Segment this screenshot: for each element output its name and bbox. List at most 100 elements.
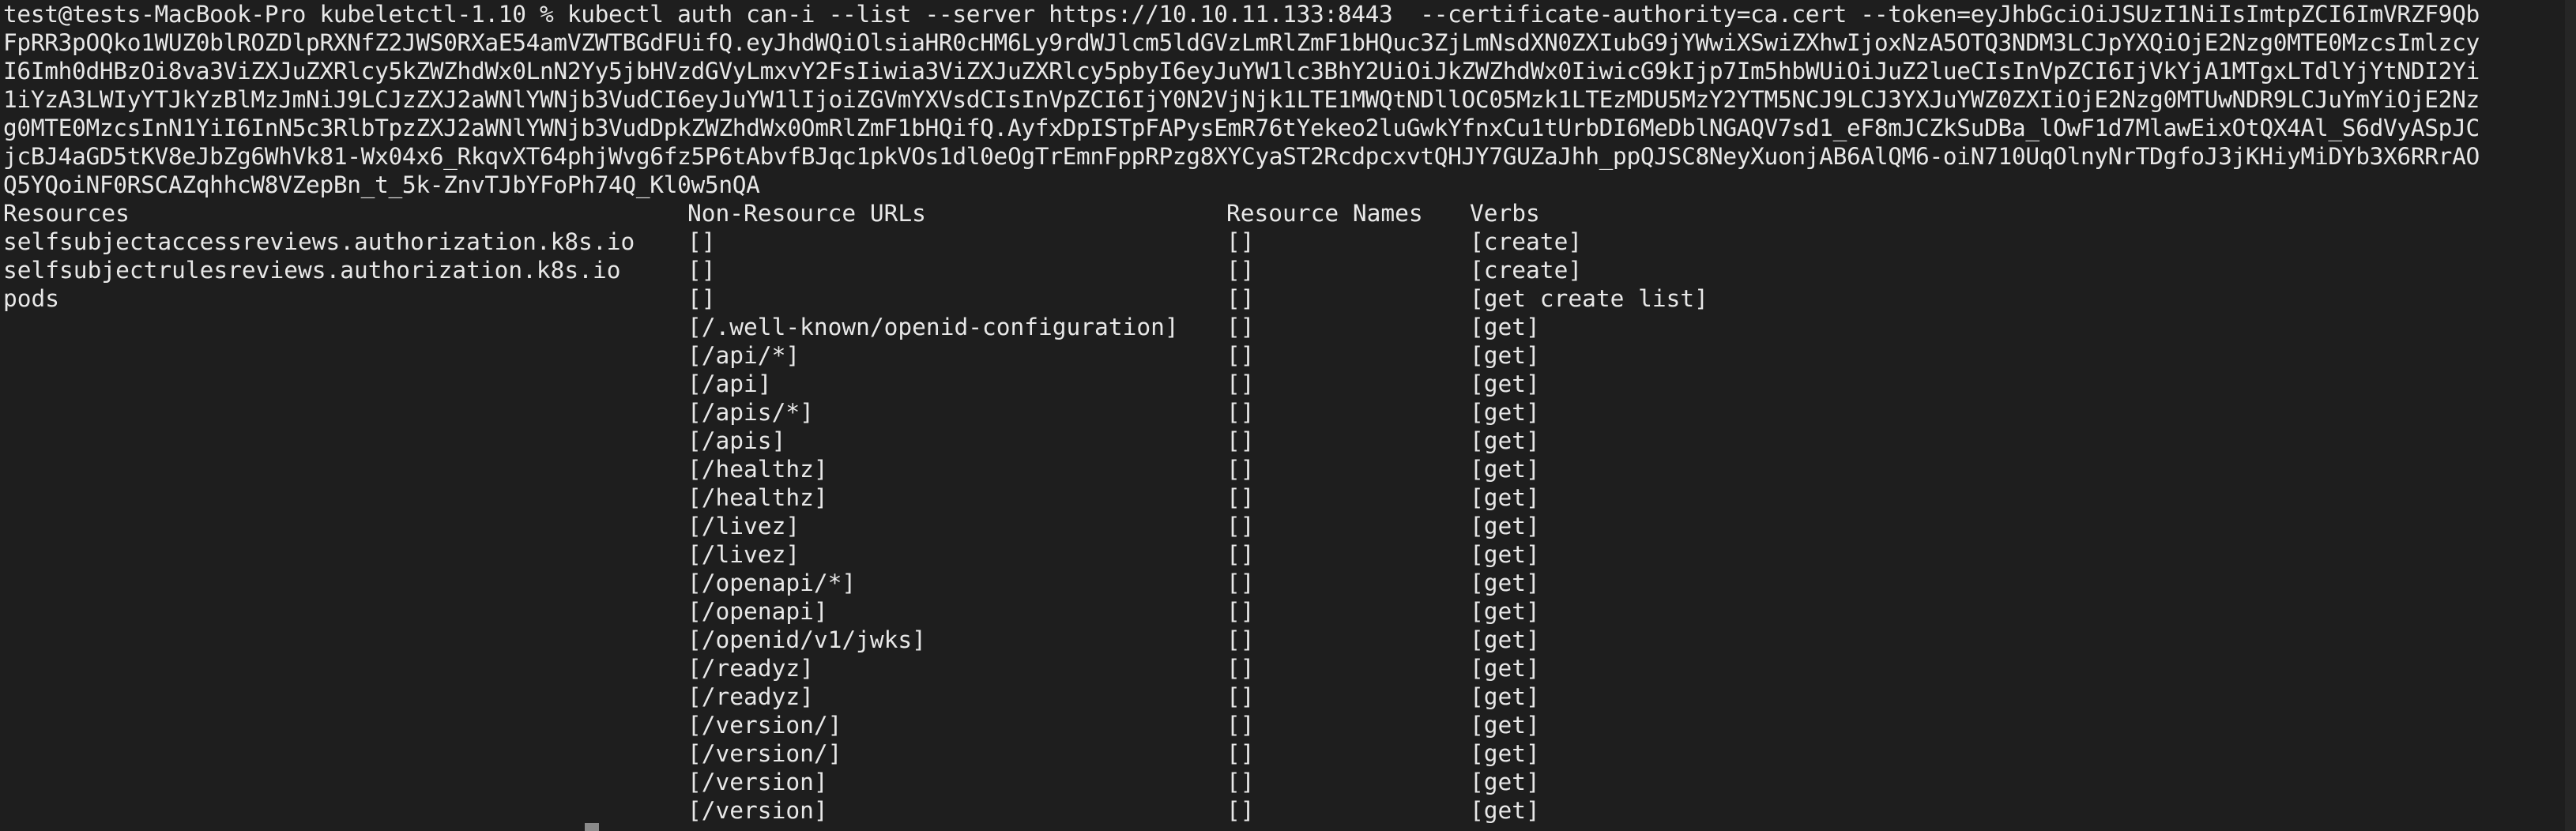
resource-names-cell: [] [1226,740,1255,767]
verbs-cell: [get] [1470,626,1540,653]
command-line: g0MTE0MzcsInN1YiI6InN5c3RlbTpzZXJ2aWNlYW… [3,115,2480,141]
command-line: test@tests-MacBook-Pro kubeletctl-1.10 %… [3,1,2480,28]
table-row: [/version] [] [get] [3,796,2576,825]
non-resource-url-cell: [/version/] [687,712,842,739]
table-row: [/livez] [] [get] [3,540,2576,569]
non-resource-url-cell: [/openapi/*] [687,570,857,596]
non-resource-url-cell: [/livez] [687,541,800,568]
non-resource-url-cell: [/readyz] [687,683,814,710]
table-row: [/api] [] [get] [3,370,2576,398]
non-resource-url-cell: [/version] [687,797,828,824]
non-resource-url-cell: [/.well-known/openid-configuration] [687,314,1179,340]
resource-names-cell: [] [1226,513,1255,540]
table-row: [/livez] [] [get] [3,512,2576,540]
command-line: jcBJ4aGD5tKV8eJbZg6WhVk81-Wx04x6_RkqvXT6… [3,143,2480,170]
resource-names-cell: [] [1226,427,1255,454]
verbs-cell: [get create list] [1470,285,1708,312]
non-resource-url-cell: [/healthz] [687,484,828,511]
verbs-cell: [get] [1470,399,1540,426]
verbs-cell: [get] [1470,712,1540,739]
verbs-cell: [create] [1470,257,1583,284]
table-row: [/version/] [] [get] [3,739,2576,768]
non-resource-url-cell: [/version] [687,769,828,795]
table-row: [/openapi/*] [] [get] [3,569,2576,597]
table-row: [/openapi] [] [get] [3,597,2576,626]
non-resource-url-cell: [/apis/*] [687,399,814,426]
resource-names-cell: [] [1226,797,1255,824]
table-row: pods [] [] [get create list] [3,284,2576,313]
resource-names-cell: [] [1226,228,1255,255]
non-resource-url-cell: [/openid/v1/jwks] [687,626,926,653]
resource-names-cell: [] [1226,370,1255,397]
resource-cell: selfsubjectrulesreviews.authorization.k8… [3,257,621,284]
scroll-position-marker [585,823,599,831]
non-resource-url-cell: [] [687,285,716,312]
verbs-cell: [get] [1470,740,1540,767]
header-verbs: Verbs [1470,200,1540,227]
table-row: [/apis/*] [] [get] [3,398,2576,427]
table-header: Resources Non-Resource URLs Resource Nam… [3,199,2576,227]
table-row: [/openid/v1/jwks] [] [get] [3,626,2576,654]
non-resource-url-cell: [] [687,228,716,255]
non-resource-url-cell: [/api/*] [687,342,800,369]
verbs-cell: [get] [1470,683,1540,710]
resource-names-cell: [] [1226,399,1255,426]
table-row: [/readyz] [] [get] [3,682,2576,711]
command-line: 1iYzA3LWIyYTJkYzBlMzJmNiJ9LCJzZXJ2aWNlYW… [3,86,2480,113]
verbs-cell: [get] [1470,598,1540,625]
header-non-resource-urls: Non-Resource URLs [687,200,926,227]
non-resource-url-cell: [/livez] [687,513,800,540]
table-row: [/healthz] [] [get] [3,483,2576,512]
table-row: [/api/*] [] [get] [3,341,2576,370]
table-row: [/healthz] [] [get] [3,455,2576,483]
header-resources: Resources [3,200,130,227]
command-line: FpRR3pOQko1WUZ0blROZDlpRXNfZ2JWS0RXaE54a… [3,29,2480,56]
table-row: [/version] [] [get] [3,768,2576,796]
vertical-scrollbar[interactable] [2565,0,2576,831]
resource-names-cell: [] [1226,314,1255,340]
command-line: I6Imh0dHBzOi8va3ViZXJuZXRlcy5kZWZhdWx0Ln… [3,58,2480,85]
resource-names-cell: [] [1226,541,1255,568]
resource-names-cell: [] [1226,598,1255,625]
non-resource-url-cell: [/api] [687,370,772,397]
resource-names-cell: [] [1226,342,1255,369]
verbs-cell: [get] [1470,655,1540,682]
verbs-cell: [get] [1470,342,1540,369]
non-resource-url-cell: [/healthz] [687,456,828,483]
terminal-window[interactable]: test@tests-MacBook-Pro kubeletctl-1.10 %… [0,0,2576,831]
resource-names-cell: [] [1226,769,1255,795]
resource-names-cell: [] [1226,456,1255,483]
non-resource-url-cell: [/readyz] [687,655,814,682]
verbs-cell: [get] [1470,484,1540,511]
resource-names-cell: [] [1226,683,1255,710]
non-resource-url-cell: [/version/] [687,740,842,767]
table-row: [/version/] [] [get] [3,711,2576,739]
resource-names-cell: [] [1226,626,1255,653]
verbs-cell: [get] [1470,314,1540,340]
table-row: selfsubjectaccessreviews.authorization.k… [3,227,2576,256]
resource-names-cell: [] [1226,257,1255,284]
non-resource-url-cell: [/apis] [687,427,786,454]
table-row: [/readyz] [] [get] [3,654,2576,682]
resource-names-cell: [] [1226,285,1255,312]
verbs-cell: [get] [1470,370,1540,397]
command-block: test@tests-MacBook-Pro kubeletctl-1.10 %… [3,0,2576,199]
command-line: Q5YQoiNF0RSCAZqhhcW8VZepBn_t_5k-ZnvTJbYF… [3,171,760,198]
verbs-cell: [get] [1470,769,1540,795]
table-row: [/.well-known/openid-configuration] [] [ge… [3,313,2576,341]
non-resource-url-cell: [/openapi] [687,598,828,625]
verbs-cell: [create] [1470,228,1583,255]
permissions-table-body: selfsubjectaccessreviews.authorization.k… [3,227,2576,825]
verbs-cell: [get] [1470,541,1540,568]
verbs-cell: [get] [1470,427,1540,454]
non-resource-url-cell: [] [687,257,716,284]
resource-cell: selfsubjectaccessreviews.authorization.k… [3,228,635,255]
resource-names-cell: [] [1226,570,1255,596]
resource-names-cell: [] [1226,712,1255,739]
verbs-cell: [get] [1470,456,1540,483]
verbs-cell: [get] [1470,570,1540,596]
resource-names-cell: [] [1226,484,1255,511]
verbs-cell: [get] [1470,513,1540,540]
resource-cell: pods [3,285,60,312]
header-resource-names: Resource Names [1226,200,1423,227]
